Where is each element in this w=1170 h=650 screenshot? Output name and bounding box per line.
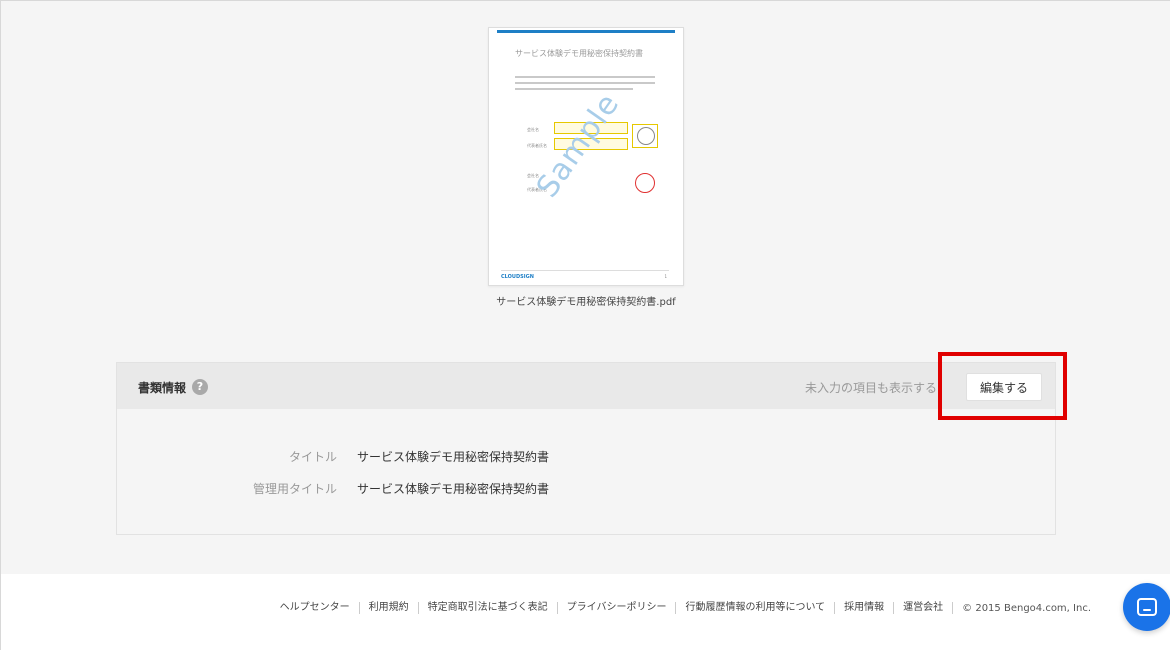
document-info-panel: 書類情報 ? 未入力の項目も表示する 編集する タイトル サービス体験デモ用秘密… <box>116 362 1056 535</box>
footer-links: ヘルプセンター 利用規約 特定商取引法に基づく表記 プライバシーポリシー 行動履… <box>271 602 1091 614</box>
pdf-field-label: 代表者氏名 <box>527 143 547 148</box>
pdf-logo: CLOUDSIGN <box>501 274 534 280</box>
footer-link-help[interactable]: ヘルプセンター <box>271 602 360 614</box>
pdf-text-line <box>515 88 633 90</box>
footer-link-activity[interactable]: 行動履歴情報の利用等について <box>676 602 836 614</box>
pdf-thumbnail[interactable]: サービス体験デモ用秘密保持契約書 会社名 代表者氏名 会社名 代表者氏名 Sam… <box>488 27 684 286</box>
info-row-title: タイトル サービス体験デモ用秘密保持契約書 <box>117 448 1055 468</box>
pdf-seal-circle <box>637 127 655 145</box>
footer-link-recruit[interactable]: 採用情報 <box>835 602 895 614</box>
pdf-top-bar <box>497 30 675 33</box>
pdf-field-label: 会社名 <box>527 127 539 132</box>
info-row-value: サービス体験デモ用秘密保持契約書 <box>357 482 550 496</box>
highlight-box <box>938 352 1067 420</box>
panel-title: 書類情報 <box>138 381 187 395</box>
footer-link-company[interactable]: 運営会社 <box>894 602 954 614</box>
copyright: © 2015 Bengo4.com, Inc. <box>962 602 1091 614</box>
info-row-admin-title: 管理用タイトル サービス体験デモ用秘密保持契約書 <box>117 480 1055 500</box>
chat-bubble-icon <box>1137 598 1157 616</box>
footer: ヘルプセンター 利用規約 特定商取引法に基づく表記 プライバシーポリシー 行動履… <box>1 574 1170 650</box>
pdf-red-seal <box>635 173 655 193</box>
footer-link-terms[interactable]: 利用規約 <box>360 602 419 614</box>
footer-link-privacy[interactable]: プライバシーポリシー <box>558 602 677 614</box>
info-row-label: タイトル <box>288 450 337 464</box>
pdf-page-number: 1 <box>664 274 667 279</box>
pdf-seal-box <box>632 124 658 148</box>
pdf-text-line <box>515 82 655 84</box>
show-empty-fields-link[interactable]: 未入力の項目も表示する <box>805 379 937 396</box>
chat-button[interactable] <box>1123 583 1170 631</box>
pdf-footer-line <box>501 270 669 271</box>
footer-link-tokushoho[interactable]: 特定商取引法に基づく表記 <box>419 602 558 614</box>
info-row-value: サービス体験デモ用秘密保持契約書 <box>357 450 550 464</box>
pdf-doc-title: サービス体験デモ用秘密保持契約書 <box>515 49 643 58</box>
help-icon[interactable]: ? <box>192 379 208 395</box>
info-row-label: 管理用タイトル <box>252 482 337 496</box>
pdf-filename: サービス体験デモ用秘密保持契約書.pdf <box>496 297 676 308</box>
pdf-text-line <box>515 76 655 78</box>
main-content: サービス体験デモ用秘密保持契約書 会社名 代表者氏名 会社名 代表者氏名 Sam… <box>1 1 1170 574</box>
panel-header: 書類情報 ? 未入力の項目も表示する 編集する <box>117 363 1055 409</box>
